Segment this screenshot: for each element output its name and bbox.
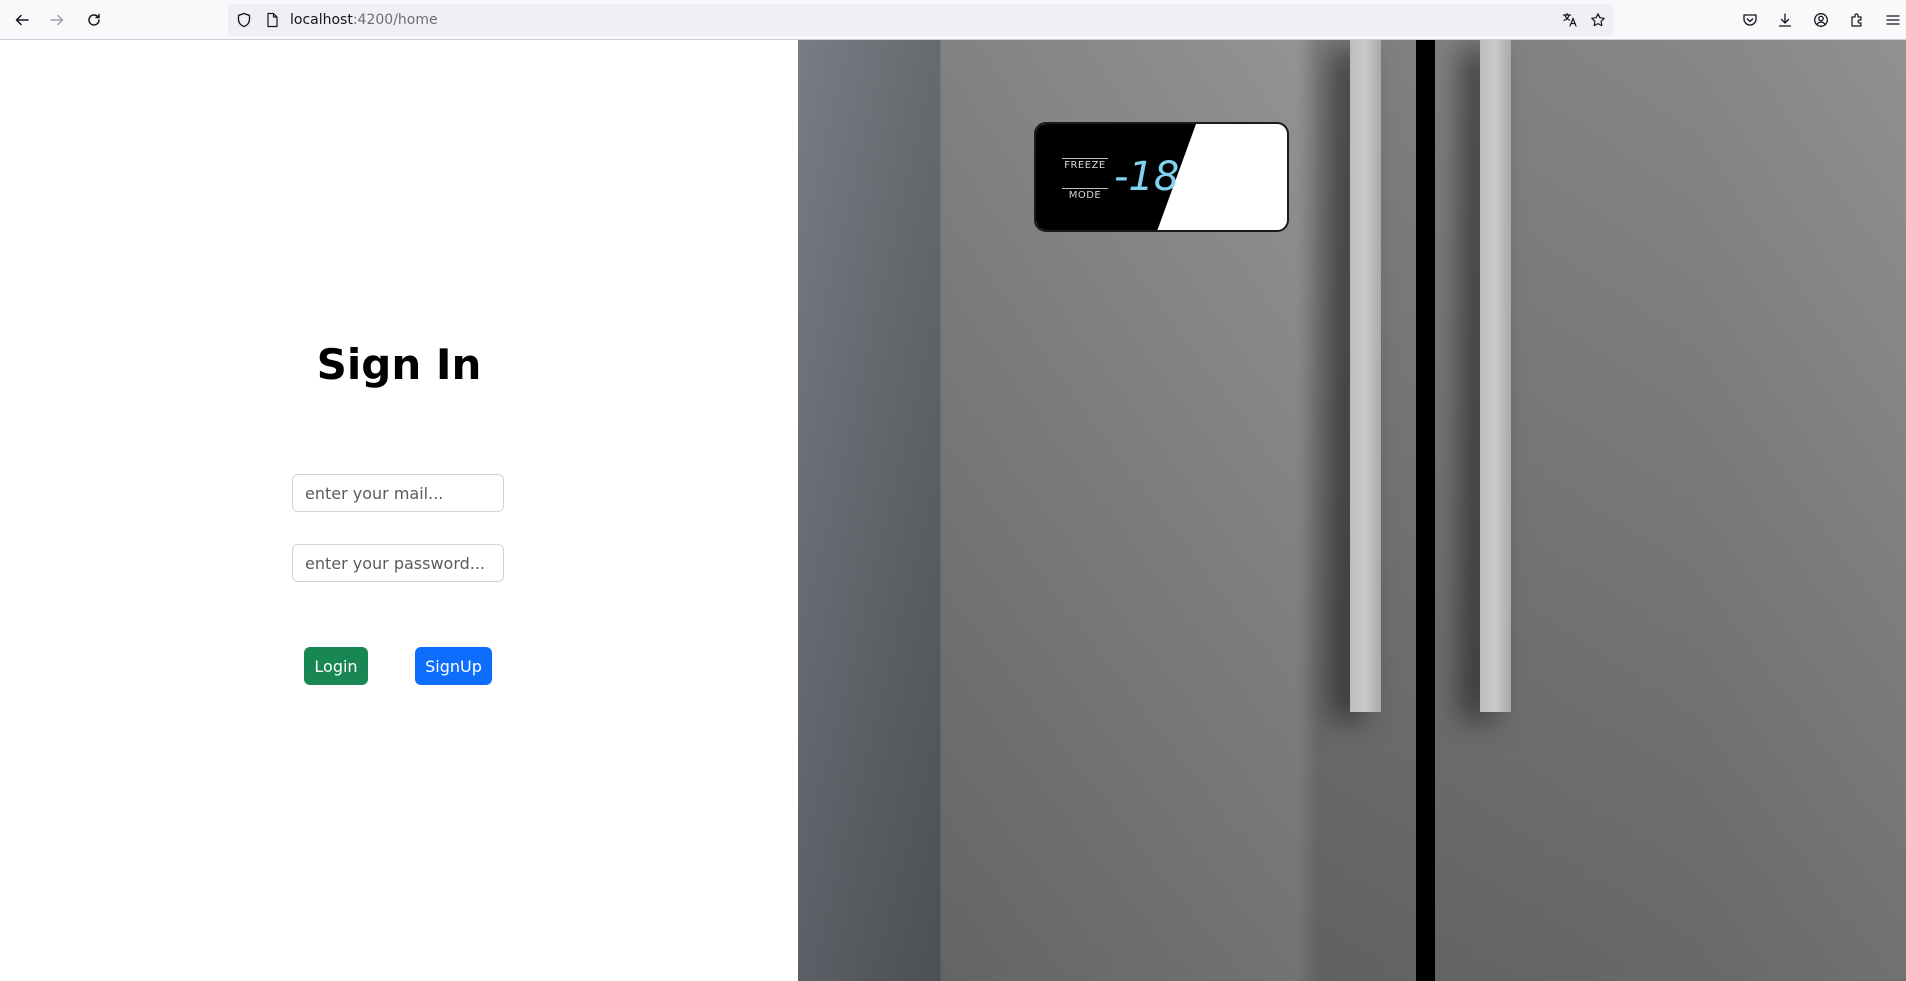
pocket-icon[interactable] <box>1740 10 1760 30</box>
download-icon[interactable] <box>1775 10 1795 30</box>
fridge-display: FREEZE MODE -18 <box>1034 122 1289 232</box>
reload-icon <box>88 13 100 26</box>
arrow-left-icon <box>15 14 29 26</box>
bookmark-star-icon[interactable] <box>1590 12 1606 28</box>
fridge-handle-left <box>1350 40 1381 712</box>
menu-icon[interactable] <box>1883 10 1903 30</box>
arrow-right-icon <box>50 14 64 26</box>
translate-icon[interactable] <box>1562 12 1578 28</box>
fridge-image: FREEZE MODE -18 <box>798 40 1906 981</box>
page-icon[interactable] <box>264 12 280 28</box>
fridge-handle-right <box>1480 40 1511 712</box>
back-button[interactable] <box>10 8 34 32</box>
fridge-label-mode: MODE <box>1062 188 1108 201</box>
fridge-door-gap <box>1416 40 1435 981</box>
browser-toolbar: localhost:4200/home <box>0 0 1906 40</box>
url-text[interactable]: localhost:4200/home <box>290 12 438 28</box>
email-field[interactable] <box>292 474 504 512</box>
page-content: Sign In Login SignUp FREEZE MODE -18 <box>0 40 1906 981</box>
login-button[interactable]: Login <box>304 647 368 685</box>
fridge-temperature: -18 <box>1114 154 1180 200</box>
url-host: localhost <box>290 12 353 28</box>
reload-button[interactable] <box>82 8 106 32</box>
url-path: :4200/home <box>352 12 438 28</box>
signup-button[interactable]: SignUp <box>415 647 492 685</box>
forward-button[interactable] <box>45 8 69 32</box>
fridge-label-freeze: FREEZE <box>1062 158 1108 171</box>
account-icon[interactable] <box>1811 10 1831 30</box>
signin-panel: Sign In Login SignUp <box>0 40 798 981</box>
address-bar[interactable]: localhost:4200/home <box>228 4 1614 36</box>
password-field[interactable] <box>292 544 504 582</box>
shield-icon[interactable] <box>236 12 252 28</box>
signin-title: Sign In <box>316 340 482 389</box>
extensions-icon[interactable] <box>1847 10 1867 30</box>
